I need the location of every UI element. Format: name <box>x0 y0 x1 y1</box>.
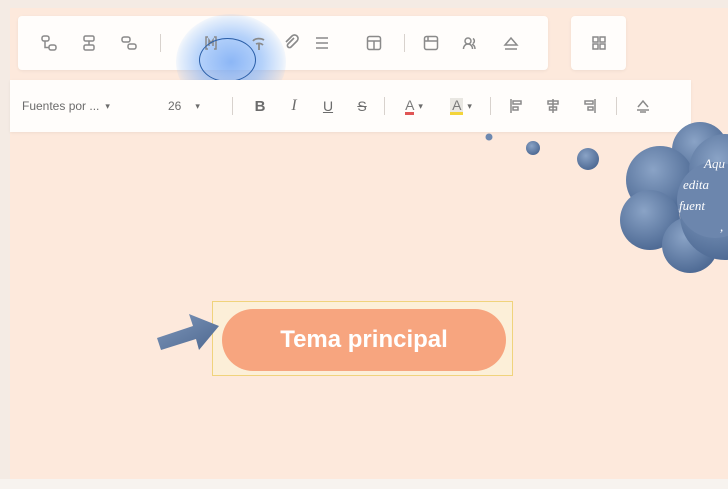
central-topic[interactable]: Tema principal <box>222 309 506 371</box>
pointer-arrow-icon <box>157 314 219 350</box>
tooltip-line-3: fuent <box>679 198 705 213</box>
tooltip-line-1: Aqu <box>704 156 725 171</box>
tooltip-line-4: , <box>720 219 724 234</box>
tooltip-bubbles <box>485 122 728 273</box>
tooltip-dot <box>485 133 493 141</box>
tooltip-dot <box>526 141 540 155</box>
thought-cloud <box>620 122 728 273</box>
tooltip-dot <box>577 148 599 170</box>
central-topic-label: Tema principal <box>280 326 448 353</box>
tooltip-line-2: edita <box>683 177 709 192</box>
